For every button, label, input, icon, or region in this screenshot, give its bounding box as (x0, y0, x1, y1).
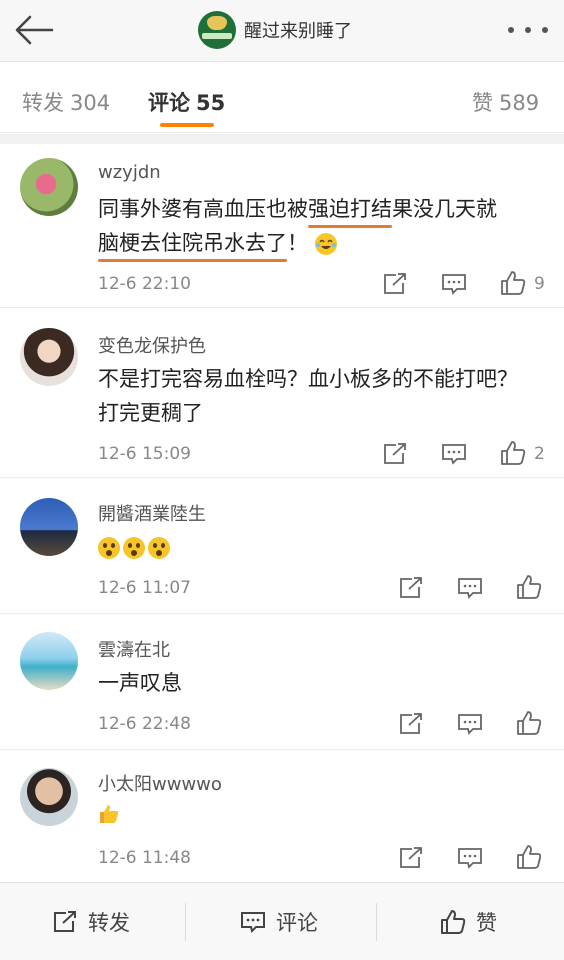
tab-comment-label: 评论 (148, 91, 190, 115)
avatar[interactable] (20, 768, 78, 826)
like-thumb-icon[interactable] (516, 844, 542, 869)
thumb-up-icon (441, 910, 466, 934)
comment-item: 開醬酒業陸生 12-6 11:07 (0, 478, 564, 614)
section-gap (0, 134, 564, 144)
tab-like[interactable]: 赞 589 (472, 87, 539, 117)
like-count: 9 (534, 274, 545, 294)
comment-text-part: ！ (287, 231, 308, 255)
comment-label: 评论 (276, 911, 318, 935)
account-logo-icon (198, 11, 236, 49)
comment-time: 12-6 11:07 (98, 578, 191, 598)
comment-username[interactable]: 变色龙保护色 (98, 332, 206, 358)
comment-username[interactable]: 開醬酒業陸生 (98, 500, 206, 526)
more-dots-icon[interactable] (508, 20, 548, 40)
comment-time: 12-6 15:09 (98, 444, 191, 464)
avatar[interactable] (20, 632, 78, 690)
comment-time: 12-6 11:48 (98, 848, 191, 868)
comment-icon (241, 912, 265, 933)
tab-like-count: 589 (499, 91, 540, 115)
comment-text: 同事外婆有高血压也被强迫打结果没几天就脑梗去住院吊水去了！ (98, 192, 548, 262)
tab-like-label: 赞 (472, 91, 493, 115)
repost-label: 转发 (88, 911, 130, 935)
shocked-face-emoji-icon (98, 537, 120, 559)
reply-icon[interactable] (457, 576, 483, 600)
tab-comment[interactable]: 评论 55 (148, 87, 225, 117)
comment-text: 不是打完容易血栓吗？血小板多的不能打吧？打完更稠了 (98, 367, 518, 425)
comment-username[interactable]: wzyjdn (98, 162, 161, 183)
highlighted-text: 强迫打结 (308, 192, 392, 228)
like-thumb-icon[interactable] (516, 710, 542, 735)
reply-icon[interactable] (457, 846, 483, 870)
reply-icon[interactable] (457, 712, 483, 736)
tab-repost-count: 304 (70, 91, 111, 115)
like-button[interactable]: 赞 (440, 908, 497, 936)
avatar[interactable] (20, 158, 78, 216)
avatar[interactable] (20, 328, 78, 386)
highlighted-text: 脑梗去住院吊水去了 (98, 226, 287, 262)
like-thumb-icon[interactable] (516, 574, 542, 599)
laughing-tears-emoji-icon (314, 233, 337, 255)
comment-text (98, 530, 548, 564)
comment-item: 小太阳wwwwo 12-6 11:48 (0, 750, 564, 882)
like-label: 赞 (476, 911, 497, 935)
top-bar: 醒过来别睡了 (0, 0, 564, 62)
share-icon[interactable] (382, 272, 408, 296)
comment-text (98, 800, 548, 835)
thumbs-up-emoji-icon (98, 801, 120, 835)
page-title-group[interactable]: 醒过来别睡了 (198, 10, 352, 50)
comment-username[interactable]: 小太阳wwwwo (98, 770, 222, 796)
comment-text-part: 被 (287, 197, 308, 221)
tab-repost[interactable]: 转发 304 (22, 87, 110, 117)
tab-repost-label: 转发 (22, 91, 64, 115)
share-icon[interactable] (398, 576, 424, 600)
share-icon[interactable] (398, 712, 424, 736)
comment-item: wzyjdn 同事外婆有高血压也被强迫打结果没几天就脑梗去住院吊水去了！ 12-… (0, 144, 564, 308)
comment-item: 雲濤在北 一声叹息 12-6 22:48 (0, 614, 564, 750)
comment-text: 一声叹息 (98, 671, 182, 695)
share-icon (54, 911, 76, 932)
like-thumb-icon[interactable] (500, 440, 526, 465)
repost-button[interactable]: 转发 (52, 908, 130, 936)
active-tab-indicator (160, 123, 214, 127)
bottom-action-bar: 转发 评论 赞 (0, 882, 564, 960)
page-title: 醒过来别睡了 (244, 21, 352, 42)
back-arrow-icon[interactable] (14, 12, 54, 48)
share-icon[interactable] (382, 442, 408, 466)
shocked-face-emoji-icon (123, 537, 145, 559)
tab-bar: 转发 304 评论 55 赞 589 (0, 63, 564, 133)
divider (185, 903, 186, 941)
like-count: 2 (534, 444, 545, 464)
comment-time: 12-6 22:10 (98, 274, 191, 294)
comment-text-part: 同事外婆有高血压也 (98, 197, 287, 221)
comment-text-part: 果没几天就 (392, 197, 497, 221)
avatar[interactable] (20, 498, 78, 556)
share-icon[interactable] (398, 846, 424, 870)
comment-time: 12-6 22:48 (98, 714, 191, 734)
like-thumb-icon[interactable] (500, 270, 526, 295)
comment-item: 变色龙保护色 不是打完容易血栓吗？血小板多的不能打吧？打完更稠了 12-6 15… (0, 308, 564, 478)
reply-icon[interactable] (441, 442, 467, 466)
shocked-face-emoji-icon (148, 537, 170, 559)
reply-icon[interactable] (441, 272, 467, 296)
comment-username[interactable]: 雲濤在北 (98, 636, 170, 662)
divider (376, 903, 377, 941)
tab-comment-count: 55 (196, 91, 226, 115)
comment-button[interactable]: 评论 (240, 908, 318, 936)
